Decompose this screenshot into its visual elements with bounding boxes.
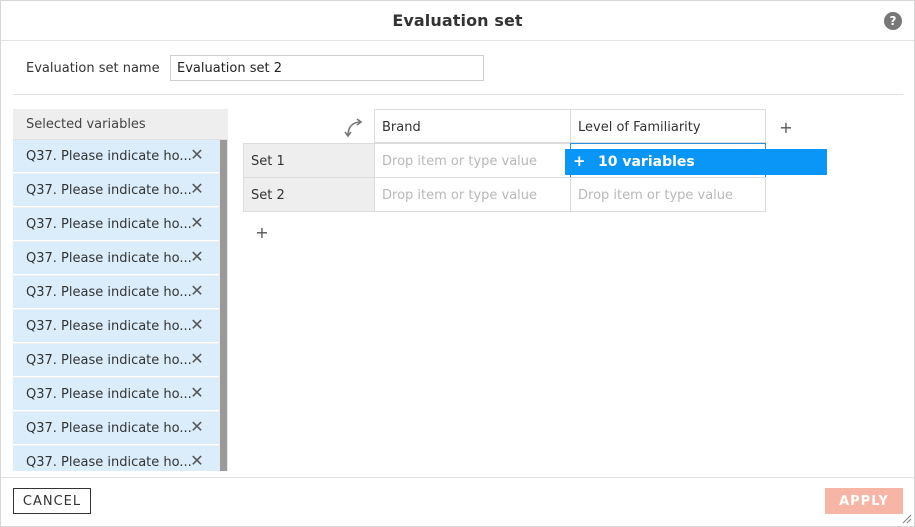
name-row: Evaluation set name — [13, 55, 903, 95]
remove-variable-icon[interactable]: ✕ — [189, 419, 205, 435]
variable-label: Q37. Please indicate ho... — [26, 251, 192, 266]
selected-variables-list: Q37. Please indicate ho... ✕ Q37. Please … — [13, 140, 219, 471]
dialog-footer: CANCEL APPLY — [1, 477, 914, 526]
add-column-button[interactable]: + — [779, 118, 793, 137]
variables-scrollbar[interactable] — [219, 140, 228, 471]
variable-item[interactable]: Q37. Please indicate ho... ✕ — [13, 276, 219, 309]
drag-plus-icon: + — [573, 152, 586, 170]
variable-item[interactable]: Q37. Please indicate ho... ✕ — [13, 208, 219, 241]
remove-variable-icon[interactable]: ✕ — [189, 351, 205, 367]
variable-label: Q37. Please indicate ho... — [26, 183, 192, 198]
evaluation-set-name-label: Evaluation set name — [26, 61, 160, 76]
variable-item[interactable]: Q37. Please indicate ho... ✕ — [13, 378, 219, 411]
variable-label: Q37. Please indicate ho... — [26, 149, 192, 164]
remove-variable-icon[interactable]: ✕ — [189, 147, 205, 163]
grid-cell-set2-familiarity[interactable]: Drop item or type value — [570, 177, 766, 212]
resize-grip-icon[interactable] — [900, 512, 912, 524]
selected-variables-header: Selected variables — [13, 109, 228, 140]
swap-axes-icon[interactable] — [343, 115, 367, 139]
grid-cell-set2-brand[interactable]: Drop item or type value — [374, 177, 571, 212]
remove-variable-icon[interactable]: ✕ — [189, 181, 205, 197]
variables-scroll-thumb[interactable] — [220, 140, 227, 471]
cancel-button[interactable]: CANCEL — [13, 488, 91, 514]
evaluation-set-dialog: Evaluation set ? Evaluation set name Sel… — [0, 0, 915, 527]
help-icon[interactable]: ? — [884, 12, 902, 30]
variable-label: Q37. Please indicate ho... — [26, 387, 192, 402]
variable-item[interactable]: Q37. Please indicate ho... ✕ — [13, 310, 219, 343]
variable-item[interactable]: Q37. Please indicate ho... ✕ — [13, 446, 219, 471]
column-header-level-of-familiarity[interactable]: Level of Familiarity — [570, 109, 766, 143]
evaluation-set-name-input[interactable] — [170, 55, 484, 81]
row-header-set-2[interactable]: Set 2 — [243, 177, 375, 212]
add-row-button[interactable]: + — [255, 223, 269, 242]
variable-item[interactable]: Q37. Please indicate ho... ✕ — [13, 412, 219, 445]
variable-item[interactable]: Q37. Please indicate ho... ✕ — [13, 140, 219, 173]
selected-variables-panel: Selected variables Q37. Please indicate … — [13, 109, 228, 471]
variable-item[interactable]: Q37. Please indicate ho... ✕ — [13, 242, 219, 275]
variable-label: Q37. Please indicate ho... — [26, 353, 192, 368]
remove-variable-icon[interactable]: ✕ — [189, 215, 205, 231]
variable-label: Q37. Please indicate ho... — [26, 285, 192, 300]
remove-variable-icon[interactable]: ✕ — [189, 453, 205, 469]
selected-variables-title: Selected variables — [26, 117, 146, 132]
column-header-brand[interactable]: Brand — [374, 109, 571, 143]
drag-variables-tooltip: + 10 variables — [565, 149, 827, 175]
remove-variable-icon[interactable]: ✕ — [189, 249, 205, 265]
remove-variable-icon[interactable]: ✕ — [189, 317, 205, 333]
variable-item[interactable]: Q37. Please indicate ho... ✕ — [13, 174, 219, 207]
variable-label: Q37. Please indicate ho... — [26, 421, 192, 436]
dialog-header: Evaluation set ? — [1, 1, 914, 41]
dialog-title: Evaluation set — [392, 11, 523, 30]
variable-label: Q37. Please indicate ho... — [26, 455, 192, 470]
variable-item[interactable]: Q37. Please indicate ho... ✕ — [13, 344, 219, 377]
grid-cell-set1-brand[interactable]: Drop item or type value — [374, 143, 571, 178]
apply-button[interactable]: APPLY — [825, 488, 903, 514]
variable-label: Q37. Please indicate ho... — [26, 217, 192, 232]
remove-variable-icon[interactable]: ✕ — [189, 283, 205, 299]
variable-label: Q37. Please indicate ho... — [26, 319, 192, 334]
drag-count-label: 10 variables — [598, 154, 695, 170]
remove-variable-icon[interactable]: ✕ — [189, 385, 205, 401]
row-header-set-1[interactable]: Set 1 — [243, 143, 375, 178]
